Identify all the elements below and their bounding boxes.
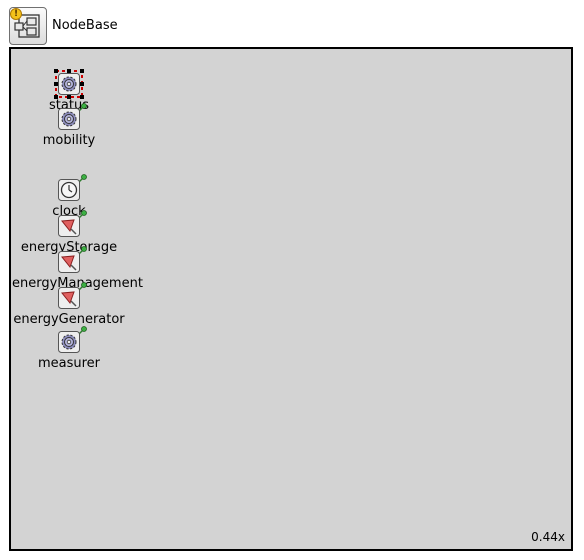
energy-icon [58,251,80,273]
gear-icon [58,331,80,353]
zoom-level: 0.44x [531,530,565,544]
module-title: NodeBase [52,18,118,33]
submodule-label: mobility [42,133,96,148]
module-canvas[interactable]: status mobility clock energyStorage ener… [9,47,573,551]
submodule-label: energyGenerator [13,312,125,327]
submodule-mobility[interactable]: mobility [12,103,132,168]
submodule-label: measurer [37,356,101,371]
energy-icon [58,215,80,237]
module-header: ! NodeBase [9,7,169,45]
submodule-measurer[interactable]: measurer [12,326,132,391]
energy-icon [58,287,80,309]
selection-frame [54,69,84,99]
gear-icon [58,108,80,130]
warning-icon: ! [10,8,22,20]
clock-icon [58,179,80,201]
